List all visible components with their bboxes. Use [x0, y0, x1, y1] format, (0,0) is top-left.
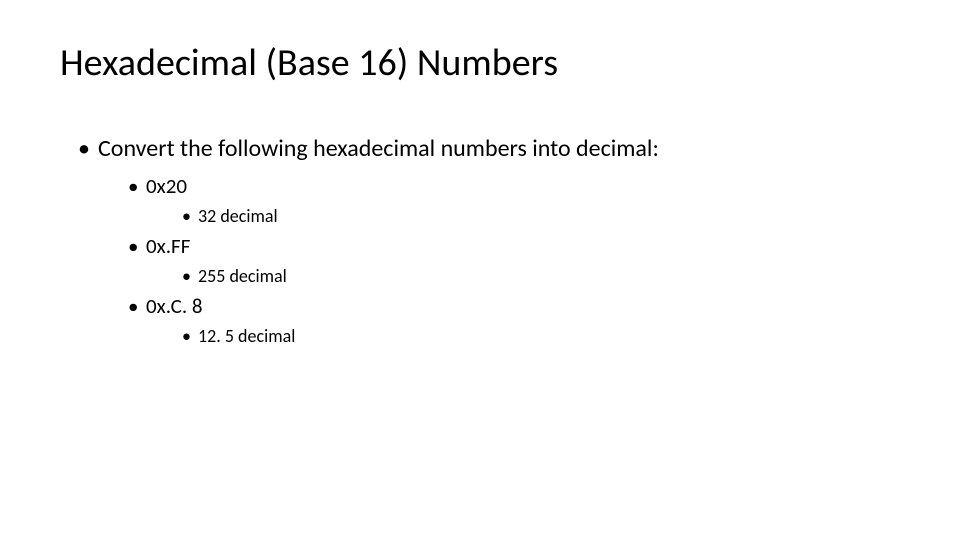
hex-item: 0x.C. 8	[128, 293, 900, 319]
hex-item: 0x.FF	[128, 233, 900, 259]
dec-item: 12. 5 decimal	[182, 325, 900, 347]
dec-item: 255 decimal	[182, 265, 900, 287]
hex-item: 0x20	[128, 173, 900, 199]
intro-bullet: Convert the following hexadecimal number…	[78, 134, 900, 163]
slide-title: Hexadecimal (Base 16) Numbers	[60, 40, 900, 86]
dec-item: 32 decimal	[182, 205, 900, 227]
